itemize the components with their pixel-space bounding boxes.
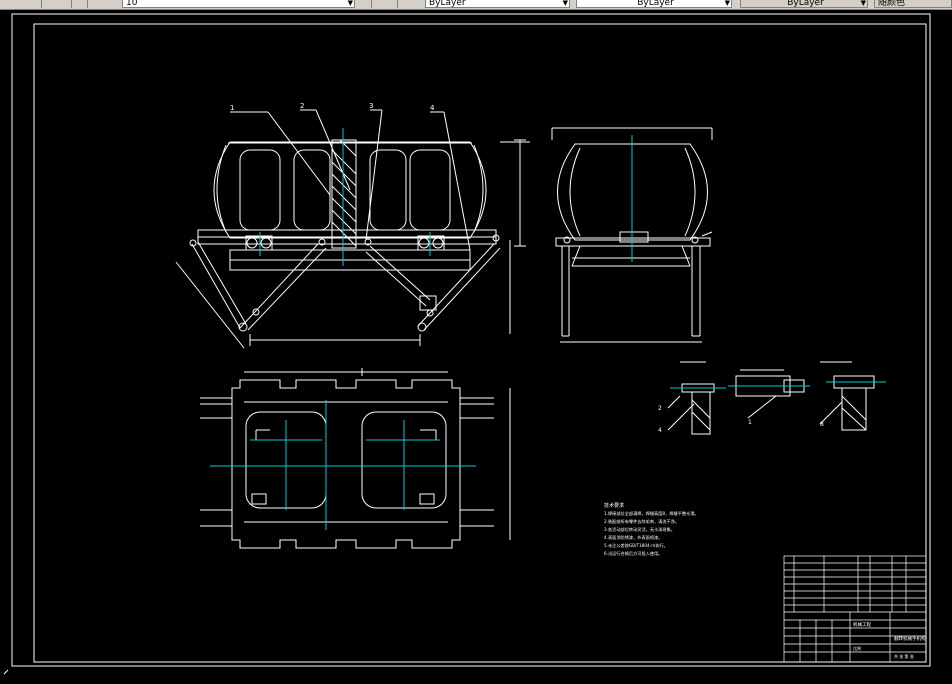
balloon-4: 4 [430, 104, 435, 112]
plotstyle-combo[interactable]: 随颜色 [874, 0, 952, 8]
notes-line-2: 2.装配前所有零件去除毛刺，清洗干净。 [604, 518, 679, 525]
chevron-down-icon[interactable]: ▼ [348, 0, 353, 7]
balloon-1: 1 [230, 104, 234, 112]
detail-label-8: 8 [820, 421, 824, 428]
text-style-icon[interactable] [76, 0, 88, 8]
front-view [175, 109, 530, 349]
chevron-down-icon[interactable]: ▼ [563, 0, 568, 7]
notes-line-3: 3.各活动部位转动灵活，无卡滞现象。 [604, 526, 675, 533]
title-company: 机械工程 [853, 621, 871, 628]
lineweight-value: ByLayer [787, 0, 824, 8]
plotstyle-value: 随颜色 [878, 0, 906, 8]
linetype-combo[interactable]: ByLayer ▼ [576, 0, 732, 8]
text-height-combo[interactable]: 10 ▼ [122, 0, 355, 8]
detail-label-1: 1 [748, 419, 752, 426]
top-view [200, 368, 511, 549]
technical-notes: 技术要求 1.焊接部位全部满焊，焊缝高度8，焊缝平整光滑。 2.装配前所有零件去… [604, 502, 699, 557]
inner-frame [33, 23, 927, 663]
notes-title: 技术要求 [604, 502, 624, 509]
chevron-down-icon[interactable]: ▼ [725, 0, 730, 7]
balloon-2: 2 [300, 102, 304, 110]
outer-frame [11, 13, 931, 667]
chevron-down-icon[interactable]: ▼ [861, 0, 866, 7]
title-sheet-label: 共 张 第 张 [894, 653, 914, 659]
layer-manager-icon[interactable] [360, 0, 372, 8]
notes-line-6: 6.试运行合格后方可投入使用。 [604, 550, 662, 557]
notes-line-4: 4.表面涂防锈漆，外表面喷漆。 [604, 534, 662, 541]
title-drawing-name: 翻转机械手机构 [894, 635, 926, 642]
notes-line-5: 5.未注公差按GB/T1804-m执行。 [604, 542, 668, 549]
style-icon[interactable] [60, 0, 72, 8]
detail-views [667, 361, 875, 435]
detail-label-4: 4 [658, 427, 662, 434]
ucs-icon [3, 669, 9, 675]
property-toolbar: 10 ▼ ByLayer ▼ ByLayer ▼ ByLayer ▼ 随颜色 [0, 0, 952, 10]
cad-drawing: 1 2 3 4 2 4 1 8 技术要求 1.焊接部位全部满焊，焊缝高度8，焊缝… [3, 13, 931, 675]
color-combo[interactable]: ByLayer ▼ [425, 0, 570, 8]
layer-previous-icon[interactable] [386, 0, 398, 8]
linetype-value: ByLayer [637, 0, 674, 8]
notes-line-1: 1.焊接部位全部满焊，焊缝高度8，焊缝平整光滑。 [604, 510, 699, 517]
undo-icon[interactable] [30, 0, 42, 8]
color-value: ByLayer [429, 0, 466, 8]
lineweight-combo[interactable]: ByLayer ▼ [740, 0, 868, 8]
drawing-canvas[interactable]: 1 2 3 4 2 4 1 8 技术要求 1.焊接部位全部满焊，焊缝高度8，焊缝… [0, 10, 952, 680]
title-scale-label: 比例 [853, 645, 861, 651]
text-height-value: 10 [126, 0, 138, 8]
detail-label-2: 2 [658, 405, 662, 412]
balloon-3: 3 [369, 102, 373, 110]
